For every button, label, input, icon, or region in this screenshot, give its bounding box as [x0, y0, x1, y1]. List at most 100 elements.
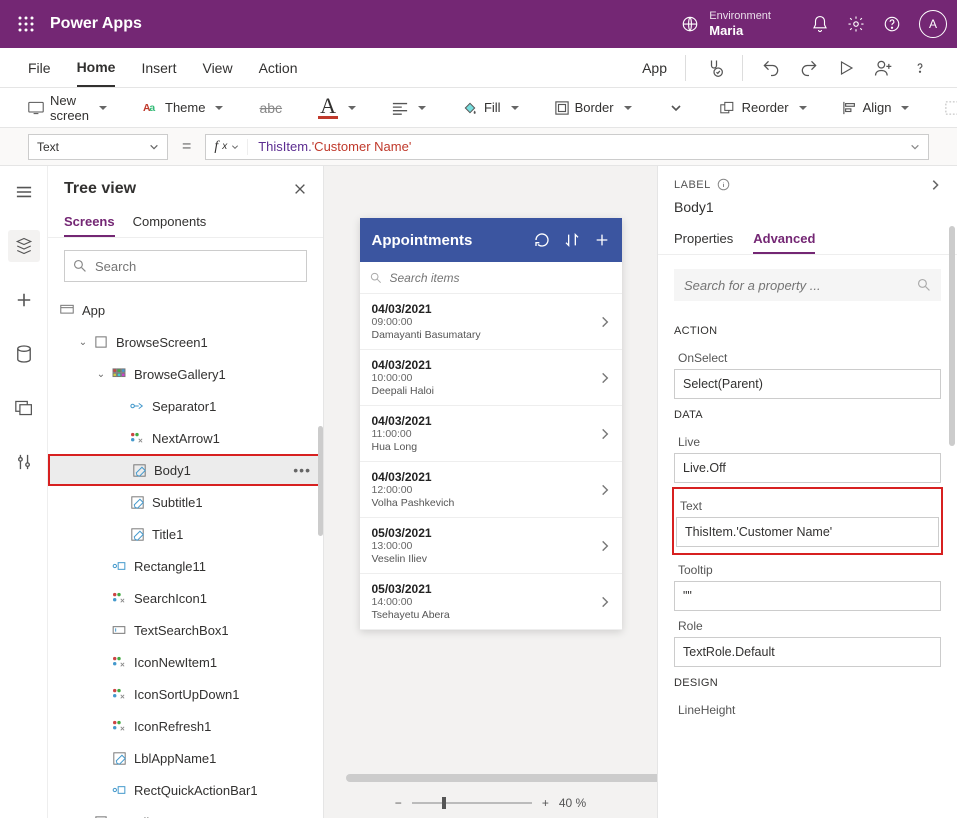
text-align-button[interactable]	[392, 100, 426, 115]
tree-item[interactable]: ›DetailScreen1	[48, 806, 323, 818]
tree-item[interactable]: RectQuickActionBar1	[48, 774, 323, 806]
canvas-horizontal-scrollbar[interactable]	[324, 770, 657, 788]
appointment-item[interactable]: 04/03/202112:00:00Volha Pashkevich	[360, 462, 622, 518]
formula-expand-icon[interactable]	[902, 142, 928, 152]
play-icon[interactable]	[837, 59, 855, 77]
fill-button[interactable]: Fill	[462, 100, 519, 116]
appointment-item[interactable]: 04/03/202110:00:00Deepali Haloi	[360, 350, 622, 406]
environment-picker[interactable]: Environment Maria	[681, 10, 771, 39]
tree-item[interactable]: SearchIcon1	[48, 582, 323, 614]
notifications-icon[interactable]	[811, 15, 829, 33]
align-button[interactable]: Align	[843, 100, 910, 115]
tree-item[interactable]: ⌄BrowseGallery1	[48, 358, 323, 390]
menu-home[interactable]: Home	[77, 49, 116, 87]
chevron-right-icon[interactable]	[600, 371, 610, 385]
font-color-button[interactable]: A	[318, 96, 356, 119]
property-search[interactable]	[674, 269, 941, 301]
tree-item[interactable]: IconNewItem1	[48, 646, 323, 678]
menu-view[interactable]: View	[202, 50, 232, 86]
onselect-input[interactable]: Select(Parent)	[674, 369, 941, 399]
role-input[interactable]: TextRole.Default	[674, 637, 941, 667]
zoom-out-button[interactable]: −	[395, 796, 402, 810]
tree-item[interactable]: Subtitle1	[48, 486, 323, 518]
property-search-input[interactable]	[684, 278, 909, 293]
chevron-right-icon[interactable]	[600, 539, 610, 553]
tree-item[interactable]: NextArrow1	[48, 422, 323, 454]
rail-tree-view-icon[interactable]	[8, 230, 40, 262]
app-launcher-icon[interactable]	[10, 8, 42, 40]
tree-item[interactable]: Body1 •••	[48, 454, 323, 486]
tree-item[interactable]: Title1	[48, 518, 323, 550]
theme-button[interactable]: Aa Theme	[143, 100, 223, 116]
tab-advanced[interactable]: Advanced	[753, 225, 815, 254]
info-icon[interactable]	[717, 178, 730, 191]
tree-item[interactable]: IconRefresh1	[48, 710, 323, 742]
property-selector[interactable]: Text	[28, 134, 168, 160]
text-input[interactable]: ThisItem.'Customer Name'	[676, 517, 939, 547]
menu-action[interactable]: Action	[259, 50, 298, 86]
tab-screens[interactable]: Screens	[64, 208, 115, 237]
reorder-button[interactable]: Reorder	[720, 100, 807, 115]
chevron-right-icon[interactable]	[600, 595, 610, 609]
more-icon[interactable]: •••	[293, 462, 311, 478]
appointment-item[interactable]: 05/03/202114:00:00Tsehayetu Abera	[360, 574, 622, 630]
chevron-right-icon[interactable]	[600, 483, 610, 497]
help2-icon[interactable]	[911, 59, 929, 77]
tab-components[interactable]: Components	[133, 208, 207, 237]
tree-search-input[interactable]	[95, 259, 298, 274]
add-icon[interactable]	[594, 232, 610, 248]
strikethrough-button[interactable]: abc	[259, 100, 282, 116]
appointment-item[interactable]: 04/03/202111:00:00Hua Long	[360, 406, 622, 462]
appointment-item[interactable]: 05/03/202113:00:00Veselin Iliev	[360, 518, 622, 574]
rail-media-icon[interactable]	[8, 392, 40, 424]
rail-insert-icon[interactable]	[8, 284, 40, 316]
phone-search-input[interactable]	[390, 271, 612, 285]
close-icon[interactable]	[293, 182, 307, 196]
scrollbar-thumb[interactable]	[949, 226, 955, 446]
menu-app[interactable]: App	[642, 50, 667, 86]
tree-item[interactable]: IconSortUpDown1	[48, 678, 323, 710]
tab-properties[interactable]: Properties	[674, 225, 733, 254]
rail-data-icon[interactable]	[8, 338, 40, 370]
gear-icon[interactable]	[847, 15, 865, 33]
rail-tools-icon[interactable]	[8, 446, 40, 478]
panel-collapse-icon[interactable]	[929, 179, 941, 191]
sort-icon[interactable]	[564, 232, 580, 248]
avatar[interactable]: A	[919, 10, 947, 38]
menu-file[interactable]: File	[28, 50, 51, 86]
border-button[interactable]: Border	[555, 100, 632, 115]
refresh-icon[interactable]	[534, 232, 550, 248]
tree-item-label: Body1	[154, 463, 191, 478]
tree-root-app[interactable]: App	[48, 294, 323, 326]
tree-item[interactable]: Rectangle11	[48, 550, 323, 582]
zoom-in-button[interactable]: +	[542, 796, 549, 810]
phone-search[interactable]	[360, 262, 622, 294]
fx-icon[interactable]: fx	[206, 139, 248, 155]
chevron-right-icon[interactable]	[600, 315, 610, 329]
rail-hamburger-icon[interactable]	[8, 176, 40, 208]
scrollbar-thumb[interactable]	[318, 426, 323, 536]
menu-insert[interactable]: Insert	[141, 50, 176, 86]
app-checker-icon[interactable]	[704, 58, 724, 78]
text-property-highlight: Text ThisItem.'Customer Name'	[672, 487, 943, 555]
tree-item[interactable]: TextSearchBox1	[48, 614, 323, 646]
undo-icon[interactable]	[761, 58, 781, 78]
expand-toolbar-button[interactable]	[668, 100, 684, 116]
formula-input[interactable]: fx ThisItem.'Customer Name'	[205, 134, 929, 160]
help-icon[interactable]	[883, 15, 901, 33]
new-screen-button[interactable]: New screen	[28, 93, 107, 123]
appt-time: 14:00:00	[372, 596, 600, 608]
tree-search[interactable]	[64, 250, 307, 282]
tree-item[interactable]: LblAppName1	[48, 742, 323, 774]
redo-icon[interactable]	[799, 58, 819, 78]
tree-item-label: DetailScreen1	[116, 815, 198, 818]
phone-preview[interactable]: Appointments 04/03/202109:00:00Damayanti…	[360, 218, 622, 630]
tree-item[interactable]: ⌄BrowseScreen1	[48, 326, 323, 358]
chevron-right-icon[interactable]	[600, 427, 610, 441]
zoom-slider[interactable]	[412, 802, 532, 804]
share-icon[interactable]	[873, 58, 893, 78]
appointment-item[interactable]: 04/03/202109:00:00Damayanti Basumatary	[360, 294, 622, 350]
tooltip-input[interactable]: ""	[674, 581, 941, 611]
live-input[interactable]: Live.Off	[674, 453, 941, 483]
tree-item[interactable]: Separator1	[48, 390, 323, 422]
